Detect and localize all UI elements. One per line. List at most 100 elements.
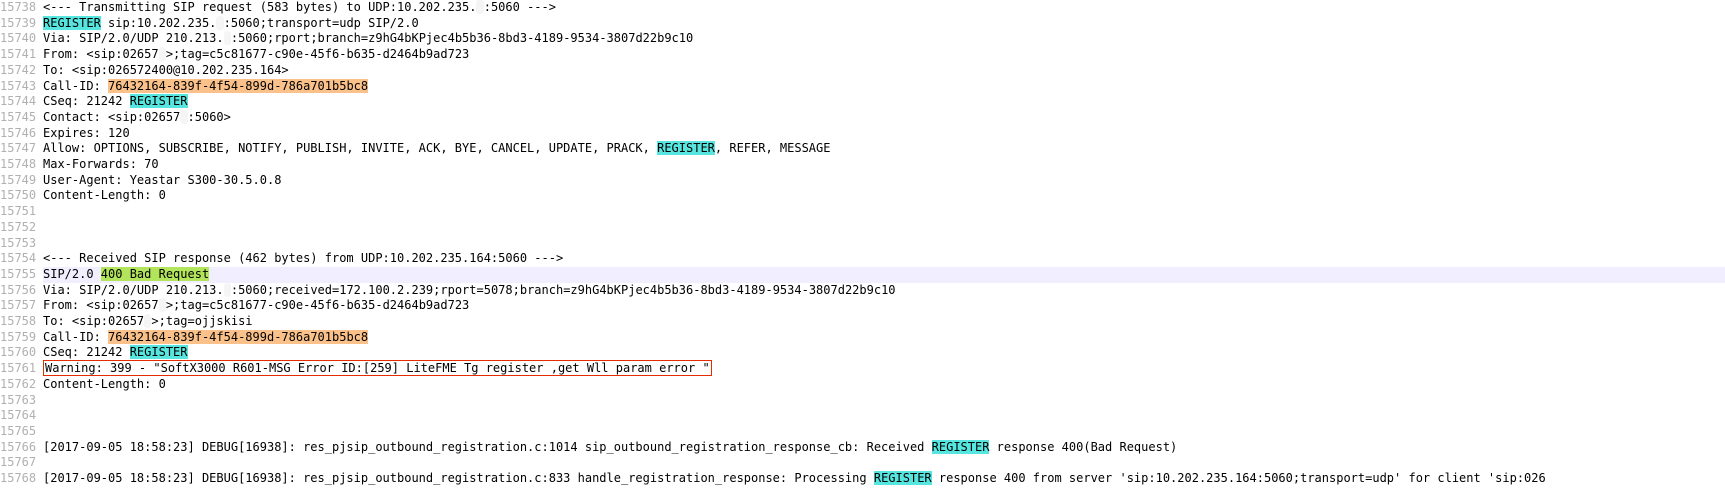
line-number: 15767 <box>0 455 43 471</box>
log-line: To: <sip:026572400@10.202.235.164> <box>43 63 1725 79</box>
log-line: Warning: 399 - "SoftX3000 R601-MSG Error… <box>43 361 1725 377</box>
line-number: 15768 <box>0 471 43 487</box>
log-row: 15763 <box>0 393 1725 409</box>
log-segment: From: <sip:02657 <box>43 47 159 61</box>
line-number: 15741 <box>0 47 43 63</box>
log-segment: <--- Transmitting SIP request (583 bytes… <box>43 0 476 14</box>
log-segment: REGISTER <box>130 94 188 108</box>
log-segment: :5060> <box>188 110 231 124</box>
log-segment <box>159 47 166 61</box>
log-segment: Content-Length: 0 <box>43 377 166 391</box>
line-number: 15755 <box>0 267 43 283</box>
log-segment: Warning: 399 - "SoftX3000 R601-MSG Error… <box>43 360 712 376</box>
log-segment <box>180 110 187 124</box>
log-line: <--- Transmitting SIP request (583 bytes… <box>43 0 1725 16</box>
log-row: 15751 <box>0 204 1725 220</box>
log-segment: Call-ID: <box>43 330 108 344</box>
log-segment: 76432164-839f-4f54-899d-786a701b5bc8 <box>108 330 368 344</box>
log-segment: [2017-09-05 18:58:23] DEBUG[16938]: res_… <box>43 471 874 485</box>
log-row: 15745Contact: <sip:02657 :5060> <box>0 110 1725 126</box>
log-segment: :5060 ---> <box>484 0 556 14</box>
log-segment: REGISTER <box>874 471 932 485</box>
log-row: 15753 <box>0 236 1725 252</box>
line-number: 15752 <box>0 220 43 236</box>
log-row: 15755SIP/2.0 400 Bad Request <box>0 267 1725 283</box>
log-row: 15750Content-Length: 0 <box>0 188 1725 204</box>
line-number: 15745 <box>0 110 43 126</box>
log-line: Via: SIP/2.0/UDP 210.213. :5060;received… <box>43 283 1725 299</box>
log-row: 15762Content-Length: 0 <box>0 377 1725 393</box>
log-row: 15767 <box>0 455 1725 471</box>
line-number: 15765 <box>0 424 43 440</box>
log-row: 15756Via: SIP/2.0/UDP 210.213. :5060;rec… <box>0 283 1725 299</box>
log-row: 15738<--- Transmitting SIP request (583 … <box>0 0 1725 16</box>
log-segment: response 400 from server 'sip:10.202.235… <box>932 471 1546 485</box>
log-segment: CSeq: 21242 <box>43 345 130 359</box>
line-number: 15761 <box>0 361 43 377</box>
log-line: Call-ID: 76432164-839f-4f54-899d-786a701… <box>43 330 1725 346</box>
log-line: REGISTER sip:10.202.235. :5060;transport… <box>43 16 1725 32</box>
log-segment <box>159 298 166 312</box>
log-row: 15754<--- Received SIP response (462 byt… <box>0 251 1725 267</box>
log-line <box>43 424 1725 440</box>
log-row: 15765 <box>0 424 1725 440</box>
line-number: 15754 <box>0 251 43 267</box>
log-row: 15746Expires: 120 <box>0 126 1725 142</box>
log-row: 15752 <box>0 220 1725 236</box>
line-number: 15743 <box>0 79 43 95</box>
log-segment: 400 Bad Request <box>101 267 209 281</box>
line-number: 15762 <box>0 377 43 393</box>
line-number: 15739 <box>0 16 43 32</box>
log-line: To: <sip:02657 >;tag=ojjskisi <box>43 314 1725 330</box>
log-line: Content-Length: 0 <box>43 377 1725 393</box>
log-segment: >;tag=c5c81677-c90e-45f6-b635-d2464b9ad7… <box>166 298 469 312</box>
line-number: 15753 <box>0 236 43 252</box>
line-number: 15750 <box>0 188 43 204</box>
log-row: 15758To: <sip:02657 >;tag=ojjskisi <box>0 314 1725 330</box>
log-line <box>43 393 1725 409</box>
log-line: Max-Forwards: 70 <box>43 157 1725 173</box>
line-number: 15744 <box>0 94 43 110</box>
log-row: 15749User-Agent: Yeastar S300-30.5.0.8 <box>0 173 1725 189</box>
log-line <box>43 408 1725 424</box>
log-segment: CSeq: 21242 <box>43 94 130 108</box>
log-row: 15759Call-ID: 76432164-839f-4f54-899d-78… <box>0 330 1725 346</box>
log-line: Content-Length: 0 <box>43 188 1725 204</box>
log-line: Allow: OPTIONS, SUBSCRIBE, NOTIFY, PUBLI… <box>43 141 1725 157</box>
log-segment: Expires: 120 <box>43 126 130 140</box>
log-line <box>43 236 1725 252</box>
log-line: <--- Received SIP response (462 bytes) f… <box>43 251 1725 267</box>
log-row: 15740Via: SIP/2.0/UDP 210.213. :5060;rpo… <box>0 31 1725 47</box>
line-number: 15758 <box>0 314 43 330</box>
log-segment: Via: SIP/2.0/UDP 210.213. <box>43 31 224 45</box>
line-number: 15756 <box>0 283 43 299</box>
log-line: Expires: 120 <box>43 126 1725 142</box>
log-segment: :5060;rport;branch=z9hG4bKPjec4b5b36-8bd… <box>231 31 693 45</box>
log-segment: To: <sip:02657 <box>43 314 144 328</box>
log-segment: sip:10.202.235. <box>101 16 217 30</box>
log-segment: From: <sip:02657 <box>43 298 159 312</box>
log-row: 15760CSeq: 21242 REGISTER <box>0 345 1725 361</box>
line-number: 15766 <box>0 440 43 456</box>
log-line <box>43 220 1725 236</box>
log-line: Contact: <sip:02657 :5060> <box>43 110 1725 126</box>
log-segment: Call-ID: <box>43 79 108 93</box>
log-segment: REGISTER <box>932 440 990 454</box>
log-line: SIP/2.0 400 Bad Request <box>43 267 1725 283</box>
log-segment: :5060;received=172.100.2.239;rport=5078;… <box>231 283 896 297</box>
log-segment: REGISTER <box>43 16 101 30</box>
line-number: 15742 <box>0 63 43 79</box>
log-segment: , REFER, MESSAGE <box>715 141 831 155</box>
log-segment: Content-Length: 0 <box>43 188 166 202</box>
log-row: 15747Allow: OPTIONS, SUBSCRIBE, NOTIFY, … <box>0 141 1725 157</box>
log-row: 15761Warning: 399 - "SoftX3000 R601-MSG … <box>0 361 1725 377</box>
log-row: 15743Call-ID: 76432164-839f-4f54-899d-78… <box>0 79 1725 95</box>
log-segment: :5060;transport=udp SIP/2.0 <box>224 16 419 30</box>
log-segment: REGISTER <box>130 345 188 359</box>
log-row: 15741From: <sip:02657 >;tag=c5c81677-c90… <box>0 47 1725 63</box>
log-segment: response 400(Bad Request) <box>989 440 1177 454</box>
line-number: 15757 <box>0 298 43 314</box>
log-segment <box>476 0 483 14</box>
log-line: [2017-09-05 18:58:23] DEBUG[16938]: res_… <box>43 440 1725 456</box>
line-number: 15747 <box>0 141 43 157</box>
